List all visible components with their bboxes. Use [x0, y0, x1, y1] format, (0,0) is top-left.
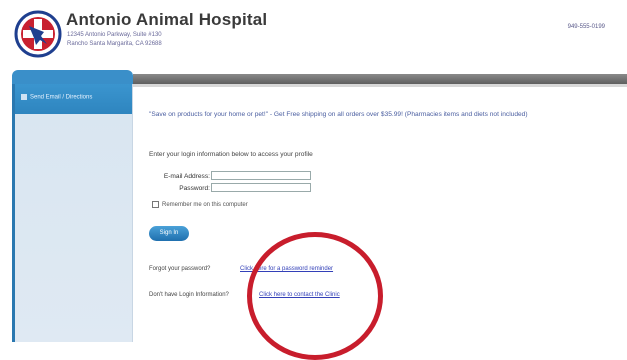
remember-me[interactable]: Remember me on this computer — [152, 201, 248, 208]
contact-clinic-link[interactable]: Click here to contact the Clinic — [259, 292, 340, 298]
email-field[interactable] — [211, 171, 311, 180]
content-top-bar — [133, 74, 627, 84]
address-line-2: Rancho Santa Margarita, CA 92688 — [67, 41, 162, 47]
send-email-label: Send Email / Directions — [30, 94, 93, 101]
login-instructions: Enter your login information below to ac… — [149, 151, 313, 158]
password-reminder-link[interactable]: Click here for a password reminder — [240, 266, 333, 272]
site-header: Antonio Animal Hospital 12345 Antonio Pa… — [0, 0, 627, 62]
envelope-icon — [21, 94, 27, 100]
send-email-button[interactable]: Send Email / Directions — [21, 94, 131, 106]
sidebar: Send Email / Directions — [12, 84, 133, 342]
remember-checkbox[interactable] — [152, 201, 159, 208]
hospital-name[interactable]: Antonio Animal Hospital — [66, 10, 267, 30]
remember-label: Remember me on this computer — [162, 202, 248, 209]
address-line-1: 12345 Antonio Parkway, Suite #130 — [67, 32, 162, 38]
content-divider — [133, 84, 627, 87]
password-field[interactable] — [211, 183, 311, 192]
hospital-logo-icon[interactable] — [14, 10, 62, 58]
password-label: Password: — [179, 185, 210, 192]
no-login-question: Don't have Login Information? — [149, 292, 229, 298]
forgot-password-question: Forgot your password? — [149, 266, 211, 272]
promo-text: "Save on products for your home or pet!"… — [149, 111, 528, 118]
phone-number: 949-555-0199 — [567, 24, 605, 30]
sign-in-button[interactable]: Sign In — [149, 226, 189, 241]
sidebar-tab — [12, 70, 133, 84]
email-label: E-mail Address: — [163, 173, 210, 180]
